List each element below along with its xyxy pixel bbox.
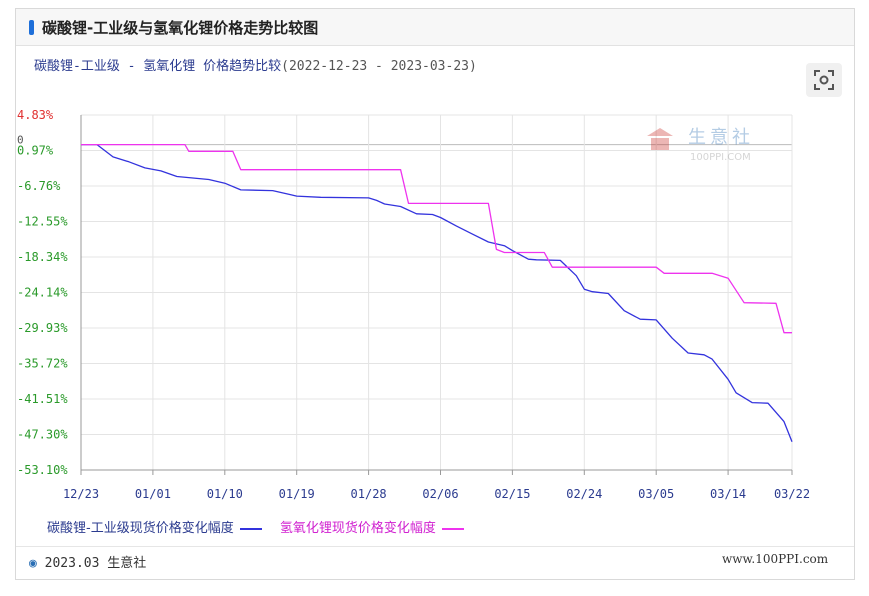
x-tick-label: 12/23 (63, 487, 99, 501)
axis-labels: 4.83%0.97%-6.76%-12.55%-18.34%-24.14%-29… (17, 108, 810, 501)
y-tick-label: -53.10% (17, 463, 68, 477)
series-line-1 (81, 143, 792, 334)
x-tick-label: 03/14 (710, 487, 746, 501)
legend-swatch-lithium-hydroxide (441, 527, 464, 530)
y-tick-label: -47.30% (17, 427, 68, 441)
y-tick-label: -35.72% (17, 356, 68, 370)
y-tick-label: -18.34% (17, 250, 68, 264)
y-tick-label: 4.83% (17, 108, 54, 122)
legend-item-lithium-carbonate: 碳酸锂-工业级现货价格变化幅度 (47, 517, 262, 536)
watermark-cn: 生意社 (688, 127, 754, 148)
footer-copyright: ◉ 2023.03 生意社 (29, 552, 146, 571)
zero-label: 0 (17, 134, 24, 147)
logo-icon (647, 128, 673, 150)
x-tick-label: 01/28 (351, 487, 387, 501)
y-tick-label: -6.76% (17, 179, 61, 193)
y-tick-label: -41.51% (17, 392, 68, 406)
price-trend-chart: 生意社 100PPI.COM 4.83%0.97%-6.76%-12.55%-1… (17, 108, 810, 501)
footer-site-link[interactable]: www.100PPI.com (722, 552, 828, 566)
copyright-icon: ◉ (29, 556, 45, 571)
watermark: 生意社 100PPI.COM (647, 127, 754, 163)
x-tick-label: 01/10 (207, 487, 243, 501)
footer-divider (16, 546, 854, 547)
x-tick-label: 03/22 (774, 487, 810, 501)
x-tick-label: 01/19 (279, 487, 315, 501)
legend-item-lithium-hydroxide: 氢氧化锂现货价格变化幅度 (280, 517, 464, 536)
series-line-0 (81, 143, 793, 443)
x-tick-label: 01/01 (135, 487, 171, 501)
legend-swatch-lithium-carbonate (239, 527, 262, 530)
watermark-en: 100PPI.COM (690, 152, 751, 163)
x-tick-label: 03/05 (638, 487, 674, 501)
grid-layer (80, 114, 793, 475)
legend-label-lithium-hydroxide: 氢氧化锂现货价格变化幅度 (279, 521, 436, 536)
x-tick-label: 02/24 (566, 487, 602, 501)
legend: 碳酸锂-工业级现货价格变化幅度 氢氧化锂现货价格变化幅度 (47, 517, 478, 536)
y-tick-label: -24.14% (17, 286, 68, 300)
y-tick-label: -29.93% (17, 321, 68, 335)
series-layer (81, 143, 793, 443)
legend-label-lithium-carbonate: 碳酸锂-工业级现货价格变化幅度 (47, 521, 234, 536)
y-tick-label: -12.55% (17, 215, 68, 229)
x-tick-label: 02/15 (494, 487, 530, 501)
x-tick-label: 02/06 (422, 487, 458, 501)
footer-left-text: 2023.03 生意社 (44, 556, 147, 571)
